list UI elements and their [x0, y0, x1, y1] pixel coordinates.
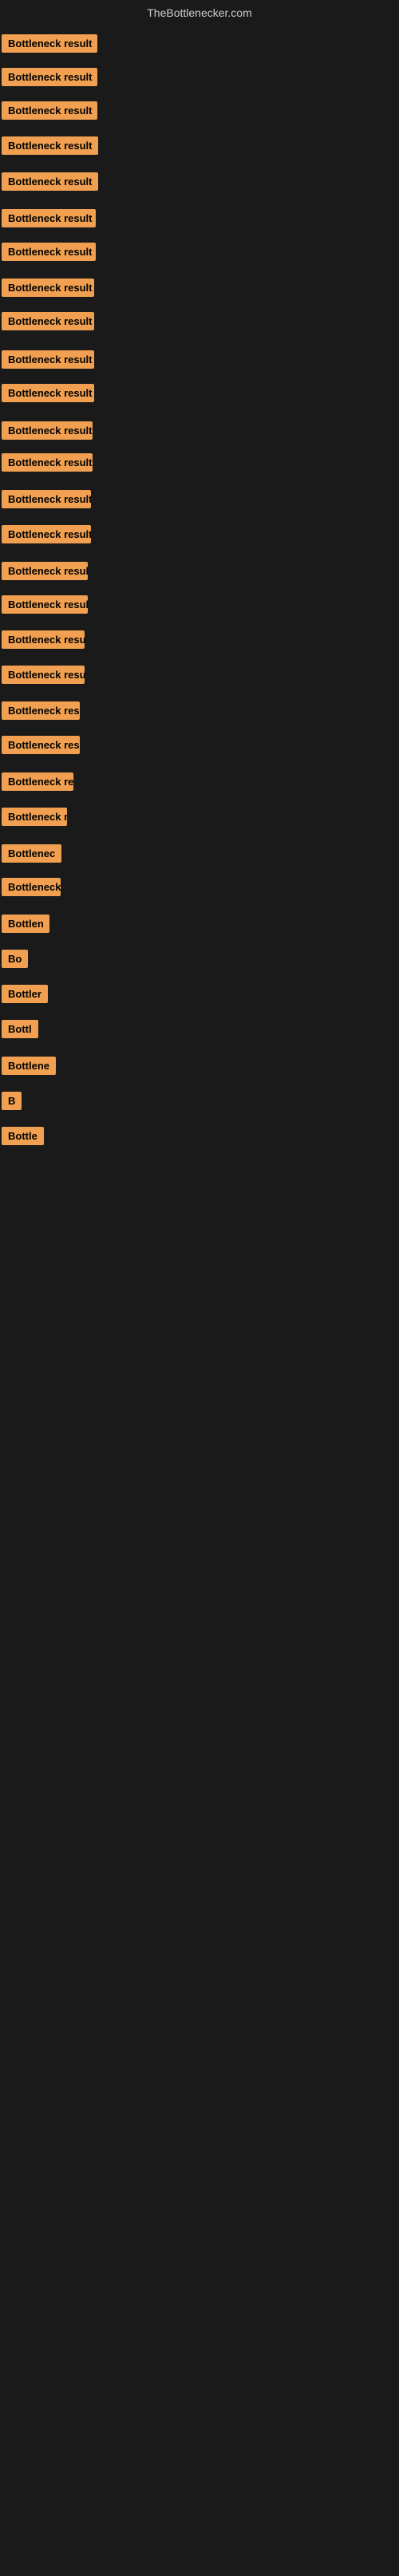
bottleneck-badge-row: Bottleneck result	[2, 384, 94, 406]
bottleneck-badge[interactable]: Bottleneck result	[2, 630, 85, 649]
bottleneck-badge-row: Bottleneck result	[2, 421, 93, 444]
bottleneck-badge-row: Bottleneck result	[2, 172, 98, 195]
bottleneck-badge-row: Bottlen	[2, 915, 49, 937]
bottleneck-badge[interactable]: Bottleneck result	[2, 172, 98, 191]
bottleneck-badge-row: Bottleneck result	[2, 209, 96, 231]
bottleneck-badge-row: Bottleneck result	[2, 350, 94, 373]
bottleneck-badge[interactable]: Bottleneck result	[2, 279, 94, 297]
bottleneck-badge[interactable]: Bottleneck result	[2, 101, 97, 120]
bottleneck-badge[interactable]: Bottleneck result	[2, 68, 97, 86]
bottleneck-badge-row: Bottleneck result	[2, 701, 80, 724]
bottleneck-badge[interactable]: Bottleneck result	[2, 490, 91, 508]
bottleneck-badge-row: Bottlenec	[2, 844, 61, 867]
bottleneck-badge-row: Bottleneck result	[2, 490, 91, 512]
bottleneck-badge[interactable]: Bottleneck result	[2, 666, 85, 684]
bottleneck-badge-row: Bottler	[2, 985, 48, 1007]
bottleneck-badge-row: Bottleneck result	[2, 34, 97, 57]
bottleneck-badge-row: Bottle	[2, 1127, 44, 1149]
bottleneck-badge-row: Bo	[2, 950, 28, 972]
bottleneck-badge[interactable]: Bottleneck result	[2, 562, 88, 580]
bottleneck-badge[interactable]: Bottler	[2, 985, 48, 1003]
bottleneck-badge-row: Bottleneck result	[2, 101, 97, 124]
bottleneck-badge-row: Bottleneck result	[2, 243, 96, 265]
bottleneck-badge-row: Bottleneck result	[2, 279, 94, 301]
bottleneck-badge[interactable]: Bottleneck result	[2, 312, 94, 330]
bottleneck-badge[interactable]: Bo	[2, 950, 28, 968]
bottleneck-badge-row: Bottleneck r	[2, 808, 67, 830]
bottleneck-badge[interactable]: Bottleneck	[2, 878, 61, 896]
bottleneck-badge-row: Bottleneck result	[2, 453, 93, 476]
bottleneck-badge[interactable]: Bottleneck result	[2, 136, 98, 155]
bottleneck-badge-row: Bottleneck result	[2, 630, 85, 653]
bottleneck-badge[interactable]: Bottleneck result	[2, 384, 94, 402]
bottleneck-badge[interactable]: Bottlene	[2, 1057, 56, 1075]
bottleneck-badge[interactable]: Bottlenec	[2, 844, 61, 863]
bottleneck-badge[interactable]: Bottleneck result	[2, 701, 80, 720]
bottleneck-badge[interactable]: B	[2, 1092, 22, 1110]
site-title: TheBottlenecker.com	[0, 0, 399, 22]
bottleneck-badge[interactable]: Bottleneck result	[2, 595, 88, 614]
bottleneck-badge[interactable]: Bottleneck result	[2, 243, 96, 261]
bottleneck-badge[interactable]: Bottle	[2, 1127, 44, 1145]
bottleneck-badge-row: Bottlene	[2, 1057, 56, 1079]
bottleneck-badge-row: Bottl	[2, 1020, 38, 1042]
bottleneck-badge[interactable]: Bottleneck result	[2, 209, 96, 227]
bottleneck-badge[interactable]: Bottleneck result	[2, 350, 94, 369]
bottleneck-badge-row: Bottleneck result	[2, 562, 88, 584]
bottleneck-badge-row: Bottleneck	[2, 878, 61, 900]
bottleneck-badge-row: Bottleneck result	[2, 666, 85, 688]
bottleneck-badge[interactable]: Bottlen	[2, 915, 49, 933]
bottleneck-badge-row: Bottleneck result	[2, 736, 80, 758]
bottleneck-badge-row: Bottleneck result	[2, 525, 91, 547]
bottleneck-badge-row: Bottleneck result	[2, 312, 94, 334]
bottleneck-badge[interactable]: Bottleneck r	[2, 808, 67, 826]
bottleneck-badge[interactable]: Bottleneck result	[2, 736, 80, 754]
bottleneck-badge-row: Bottleneck result	[2, 595, 88, 618]
bottleneck-badge-row: B	[2, 1092, 22, 1114]
bottleneck-badge-row: Bottleneck result	[2, 68, 97, 90]
bottleneck-badge-row: Bottleneck result	[2, 136, 98, 159]
bottleneck-badge[interactable]: Bottleneck result	[2, 525, 91, 543]
bottleneck-badge[interactable]: Bottl	[2, 1020, 38, 1038]
bottleneck-badge-row: Bottleneck re	[2, 772, 73, 795]
bottleneck-badge[interactable]: Bottleneck re	[2, 772, 73, 791]
bottleneck-badge[interactable]: Bottleneck result	[2, 453, 93, 472]
bottleneck-badge[interactable]: Bottleneck result	[2, 421, 93, 440]
bottleneck-badge[interactable]: Bottleneck result	[2, 34, 97, 53]
